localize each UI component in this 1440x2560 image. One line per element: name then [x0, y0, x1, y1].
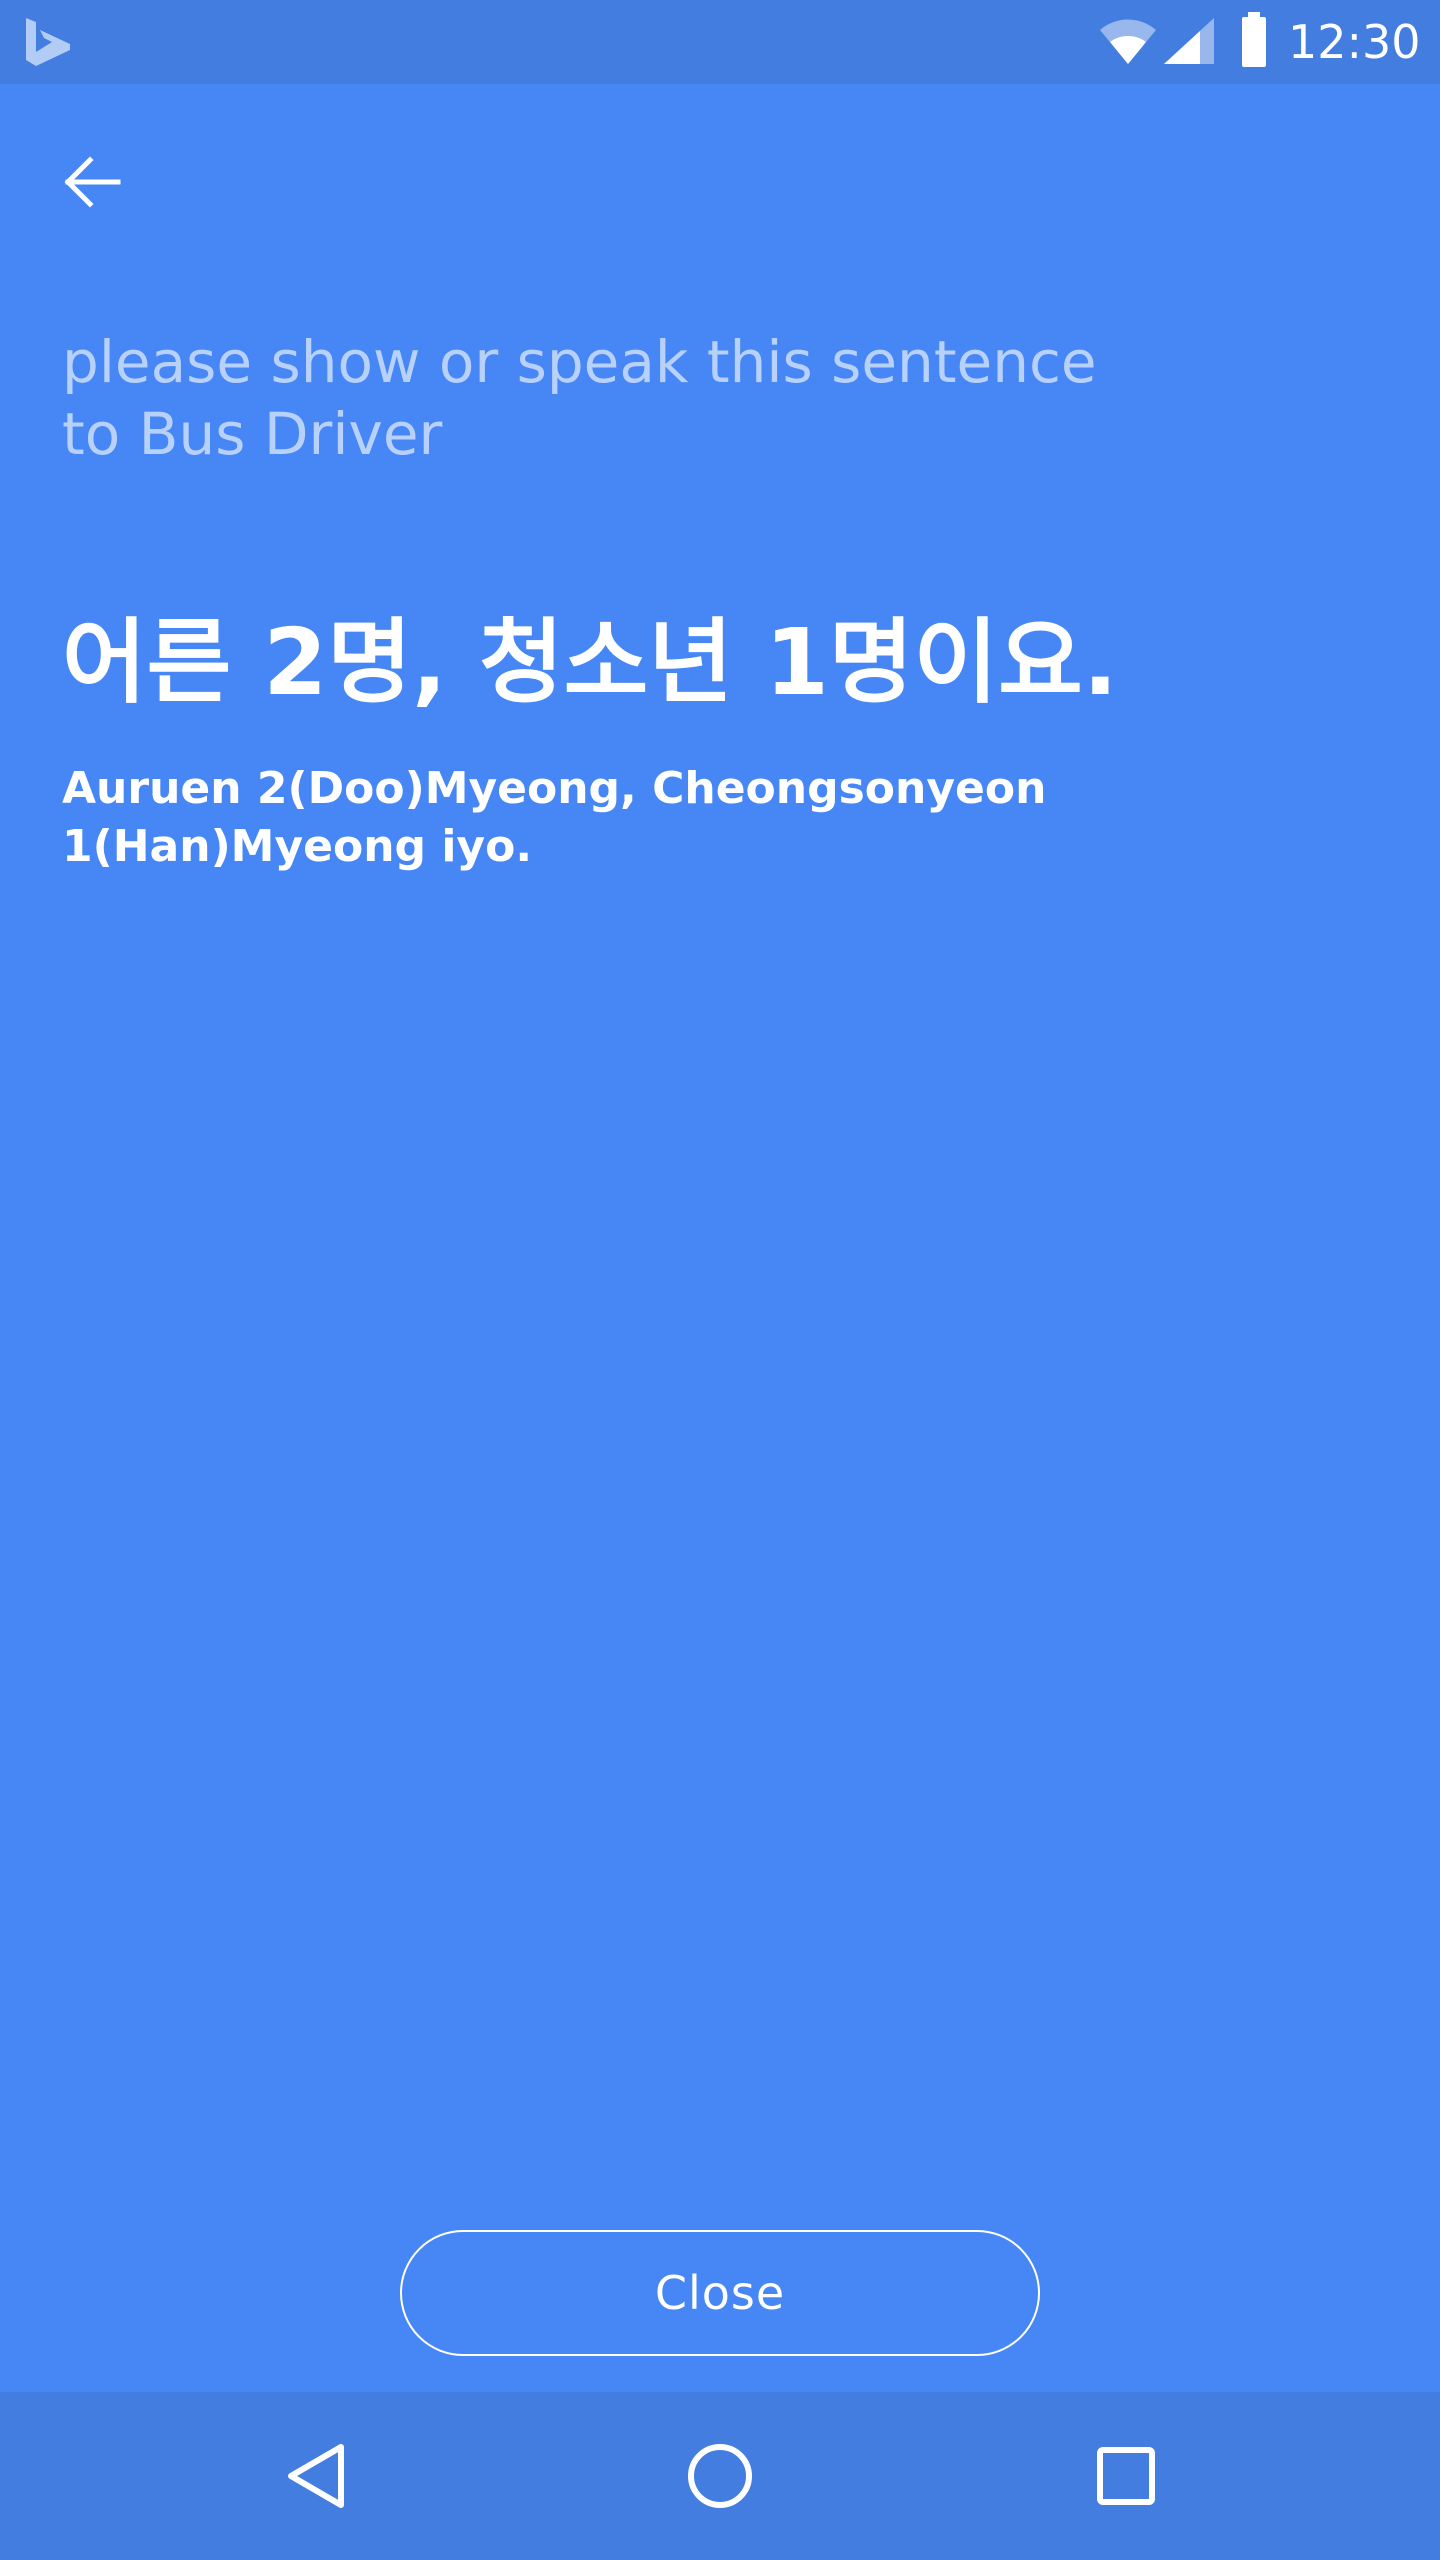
nav-home-button[interactable] — [670, 2426, 770, 2526]
cell-signal-icon — [1164, 18, 1214, 64]
status-bar: 12:30 — [0, 0, 1440, 84]
nav-back-button[interactable] — [266, 2426, 366, 2526]
nav-recents-icon — [1097, 2447, 1155, 2505]
status-time: 12:30 — [1288, 15, 1421, 69]
close-button[interactable]: Close — [400, 2230, 1040, 2356]
nav-home-icon — [688, 2444, 752, 2508]
wifi-icon — [1100, 19, 1156, 64]
arrow-left-icon — [64, 156, 121, 208]
back-button[interactable] — [50, 140, 134, 224]
romanization-text: Auruen 2(Doo)Myeong, Cheongsonyeon 1(Han… — [62, 763, 1047, 872]
nav-recents-button[interactable] — [1076, 2426, 1176, 2526]
bing-logo-icon — [26, 18, 70, 66]
close-button-label: Close — [654, 2266, 786, 2320]
nav-back-icon — [288, 2444, 344, 2508]
battery-icon — [1242, 12, 1266, 67]
korean-phrase: 어른 2명, 청소년 1명이요. — [62, 609, 1118, 716]
instruction-text: please show or speak this sentence to Bu… — [62, 328, 1097, 468]
navigation-bar — [0, 2392, 1440, 2560]
